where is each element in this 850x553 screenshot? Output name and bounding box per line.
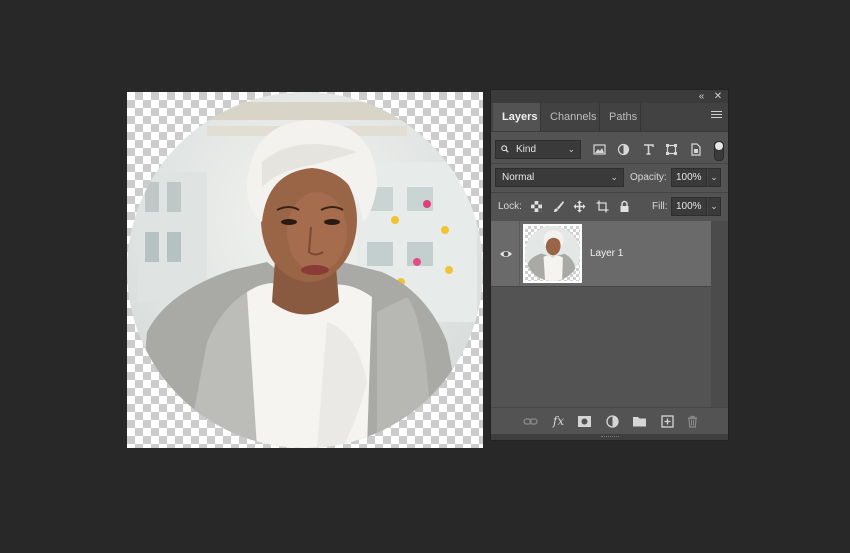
- document-canvas[interactable]: [127, 92, 483, 448]
- layer-thumbnail[interactable]: [523, 224, 582, 283]
- blend-mode-dropdown[interactable]: Normal ⌄: [495, 168, 624, 187]
- lock-image-pixels-icon[interactable]: [552, 200, 565, 213]
- close-panel-icon[interactable]: ✕: [712, 90, 724, 103]
- layer-row[interactable]: Layer 1: [491, 221, 711, 287]
- type-layer-filter-icon[interactable]: [642, 143, 655, 156]
- adjustment-icon[interactable]: [605, 414, 620, 429]
- lock-transparent-pixels-icon[interactable]: [530, 200, 543, 213]
- visibility-column-divider: [519, 221, 520, 286]
- trash-icon[interactable]: [685, 414, 700, 429]
- smart-object-filter-icon[interactable]: [689, 143, 702, 156]
- collapse-panel-icon[interactable]: «: [694, 90, 708, 103]
- layer-list: Layer 1: [491, 221, 711, 407]
- chevron-down-icon: ⌄: [567, 144, 575, 154]
- filter-toggle-switch[interactable]: [714, 141, 724, 161]
- pixel-layer-filter-icon[interactable]: [593, 143, 606, 156]
- fill-field[interactable]: 100%: [671, 197, 707, 216]
- layer-filter-row: Kind ⌄: [491, 138, 728, 162]
- lock-row: Lock: Fill: 100% ⌄: [491, 195, 728, 219]
- lock-label: Lock:: [498, 201, 522, 212]
- portrait-circle-image: [127, 92, 483, 448]
- panel-resize-handle[interactable]: [491, 434, 728, 440]
- search-icon: [501, 145, 509, 153]
- blend-row: Normal ⌄ Opacity: 100% ⌄: [491, 167, 728, 191]
- tab-layers[interactable]: Layers: [493, 103, 540, 131]
- filter-kind-dropdown[interactable]: Kind ⌄: [495, 140, 581, 159]
- layer-name[interactable]: Layer 1: [590, 247, 623, 261]
- lock-artboard-icon[interactable]: [596, 200, 609, 213]
- divider: [491, 192, 728, 193]
- mask-icon[interactable]: [577, 414, 592, 429]
- layer-thumbnail-image: [525, 226, 580, 281]
- resize-grip-icon[interactable]: [601, 436, 619, 439]
- layers-panel: « ✕ Layers Channels Paths Kind ⌄ Normal …: [491, 90, 728, 440]
- opacity-label: Opacity:: [630, 172, 667, 183]
- layer-list-scrollbar[interactable]: [711, 221, 728, 407]
- eye-icon[interactable]: [499, 247, 513, 261]
- blend-mode-value: Normal: [502, 172, 535, 183]
- new-layer-icon[interactable]: [660, 414, 675, 429]
- panel-tab-bar: Layers Channels Paths: [491, 103, 728, 132]
- divider: [491, 163, 728, 164]
- adjustment-layer-filter-icon[interactable]: [617, 143, 630, 156]
- lock-all-icon[interactable]: [618, 200, 631, 213]
- folder-icon[interactable]: [632, 414, 647, 429]
- chevron-down-icon: ⌄: [610, 172, 618, 182]
- fill-label: Fill:: [652, 201, 668, 212]
- tab-channels[interactable]: Channels: [540, 103, 599, 131]
- shape-layer-filter-icon[interactable]: [665, 143, 678, 156]
- panel-title-bar[interactable]: « ✕: [491, 90, 728, 103]
- fx-icon[interactable]: fx: [551, 414, 566, 429]
- tab-paths[interactable]: Paths: [599, 103, 641, 131]
- panel-bottom-toolbar: fx: [491, 407, 728, 435]
- opacity-field[interactable]: 100%: [671, 168, 707, 187]
- link-icon[interactable]: [523, 414, 538, 429]
- filter-kind-label: Kind: [516, 144, 537, 155]
- opacity-slider-toggle[interactable]: ⌄: [707, 168, 721, 187]
- fill-slider-toggle[interactable]: ⌄: [707, 197, 721, 216]
- panel-menu-icon[interactable]: [711, 111, 722, 121]
- lock-position-icon[interactable]: [573, 200, 586, 213]
